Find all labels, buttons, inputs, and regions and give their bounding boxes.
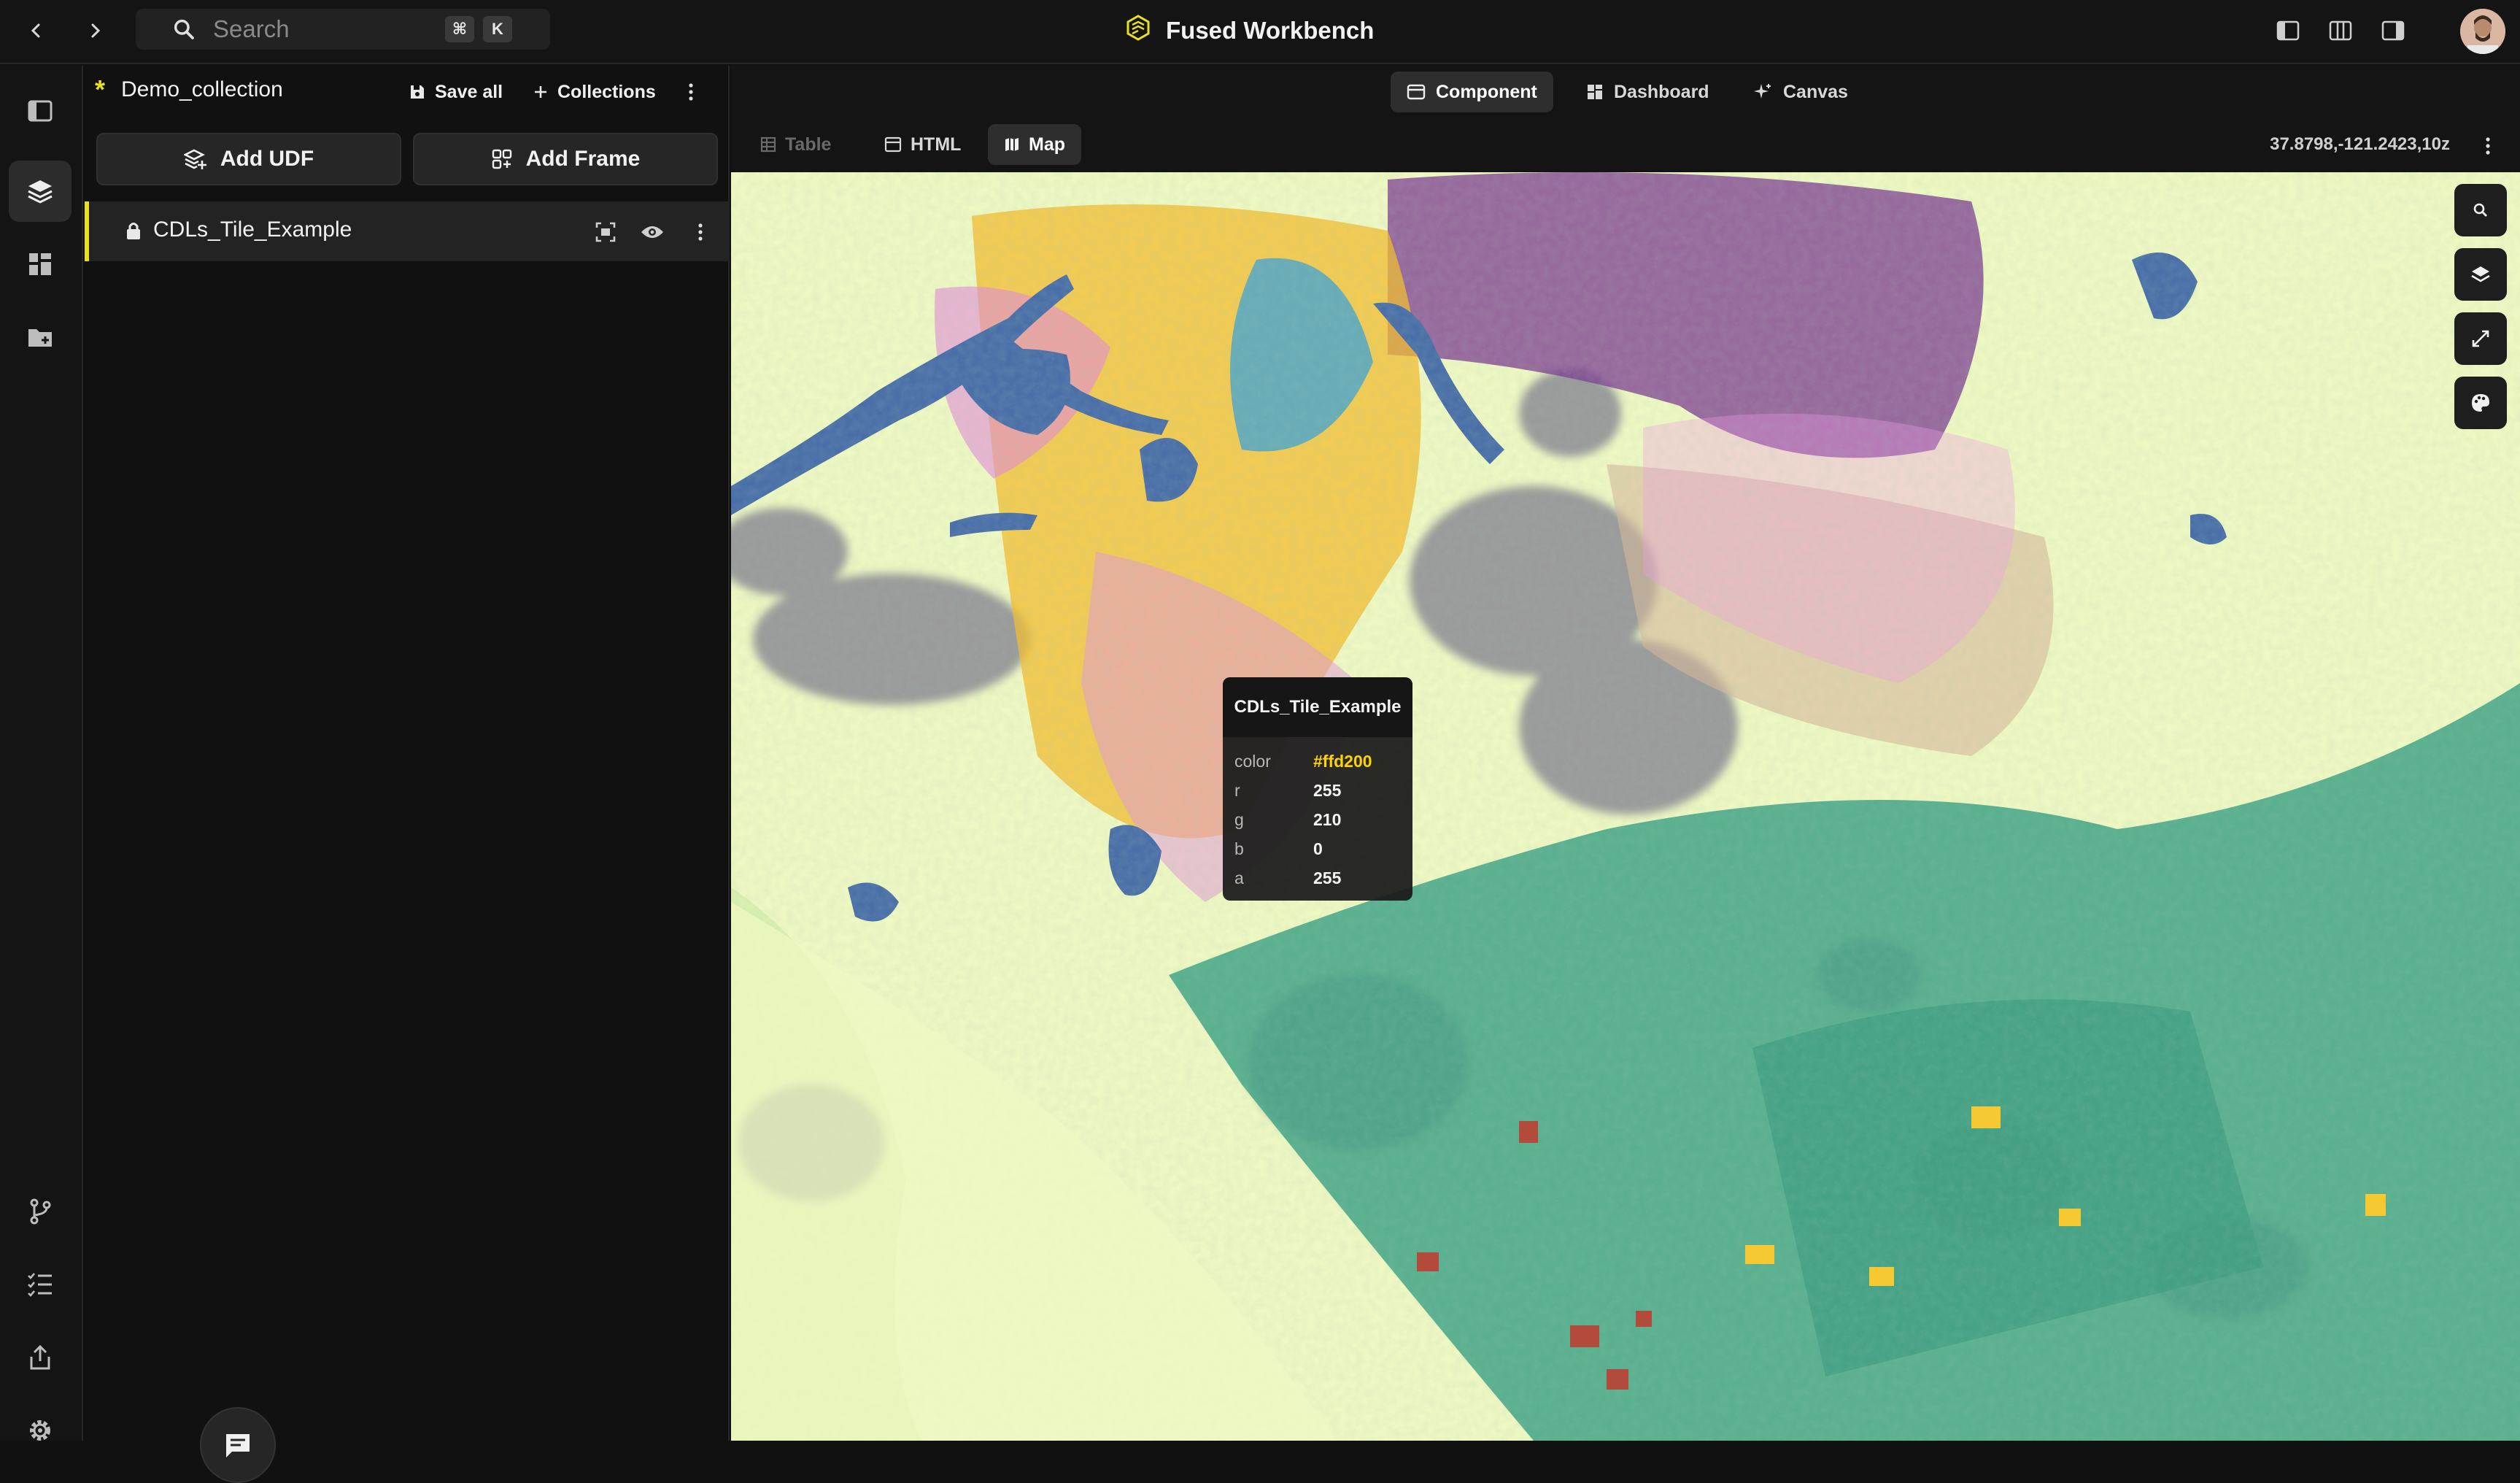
tooltip-key-b: b: [1234, 839, 1244, 858]
dashboard-icon: [1586, 83, 1604, 101]
map-coordinates-readout: 37.8798,-121.2423,10z: [2270, 134, 2450, 154]
collections-button[interactable]: Collections: [533, 76, 656, 108]
shortcut-k-key: K: [483, 16, 512, 42]
add-udf-button[interactable]: Add UDF: [96, 133, 401, 185]
app-title-text: Fused Workbench: [1166, 17, 1375, 44]
zoom-to-fit-icon[interactable]: [590, 216, 622, 248]
app-title: Fused Workbench: [1124, 10, 1374, 51]
shortcut-cmd-key: ⌘: [445, 16, 474, 42]
table-icon: [760, 136, 776, 153]
add-frame-button[interactable]: Add Frame: [413, 133, 718, 185]
dashboard-grid-icon[interactable]: [9, 234, 71, 295]
map-palette-icon[interactable]: [2454, 377, 2507, 429]
save-disk-icon: [409, 83, 426, 101]
share-upload-icon[interactable]: [9, 1327, 71, 1388]
tooltip-value-color: #ffd200: [1313, 752, 1372, 771]
fused-logo-icon: [1124, 13, 1153, 48]
crop-land-map: [731, 172, 2520, 1441]
tooltip-key-a: a: [1234, 868, 1244, 887]
right-sidebar-toggle-icon[interactable]: [2377, 16, 2409, 45]
tab-dashboard[interactable]: Dashboard: [1570, 72, 1725, 112]
tab-map-label: Map: [1029, 134, 1065, 155]
tab-component-label: Component: [1436, 81, 1537, 102]
unsaved-indicator-icon: *: [95, 74, 106, 104]
tab-map[interactable]: Map: [988, 124, 1081, 165]
add-folder-icon[interactable]: [9, 307, 71, 368]
tab-canvas[interactable]: Canvas: [1738, 72, 1864, 112]
left-icon-rail: [0, 66, 83, 1441]
panel-toggle-icon[interactable]: [9, 80, 71, 142]
split-view-toggle-icon[interactable]: [2324, 16, 2357, 45]
tab-table-label: Table: [785, 134, 832, 155]
left-sidebar-toggle-icon[interactable]: [2272, 16, 2304, 45]
html-window-icon: [884, 136, 902, 153]
feature-tooltip: CDLs_Tile_Example color #ffd200 r 255 g …: [1223, 677, 1412, 901]
tooltip-key-color: color: [1234, 752, 1271, 771]
tab-html[interactable]: HTML: [868, 124, 977, 165]
render-mode-tabs: Table HTML Map 37.8798,-121.2423,10z: [731, 118, 2520, 172]
git-branch-icon[interactable]: [9, 1181, 71, 1242]
view-mode-tabs: Component Dashboard Canvas: [731, 66, 2520, 118]
tooltip-key-r: r: [1234, 781, 1240, 800]
checklist-icon[interactable]: [9, 1254, 71, 1315]
udf-name: CDLs_Tile_Example: [153, 217, 352, 242]
canvas-sparkle-icon: [1754, 82, 1773, 101]
collections-label: Collections: [557, 81, 656, 102]
user-avatar[interactable]: [2460, 9, 2505, 54]
search-input[interactable]: Search ⌘ K: [136, 9, 550, 50]
map-canvas[interactable]: CDLs_Tile_Example color #ffd200 r 255 g …: [731, 172, 2520, 1441]
visibility-eye-icon[interactable]: [636, 216, 668, 248]
tab-canvas-label: Canvas: [1783, 81, 1848, 102]
map-fullscreen-icon[interactable]: [2454, 312, 2507, 365]
collection-header: * Demo_collection Save all Collections: [85, 66, 730, 118]
map-search-icon[interactable]: [2454, 184, 2507, 236]
top-bar: Search ⌘ K Fused Workbench: [0, 0, 2520, 64]
save-all-button[interactable]: Save all: [409, 76, 503, 108]
panel-more-icon[interactable]: [687, 76, 695, 108]
tab-component[interactable]: Component: [1391, 72, 1553, 112]
layers-plus-icon: [183, 147, 207, 171]
plus-icon: [533, 84, 549, 100]
collection-name[interactable]: Demo_collection: [121, 77, 283, 102]
add-udf-label: Add UDF: [220, 147, 314, 171]
add-frame-label: Add Frame: [525, 147, 641, 171]
map-more-icon[interactable]: [2473, 131, 2502, 161]
back-arrow-icon[interactable]: [16, 15, 57, 47]
tab-html-label: HTML: [911, 134, 962, 155]
tooltip-value-b: 0: [1313, 839, 1323, 858]
search-placeholder: Search: [213, 15, 290, 42]
tab-dashboard-label: Dashboard: [1614, 81, 1709, 102]
component-icon: [1407, 84, 1426, 100]
frame-plus-icon: [491, 148, 513, 170]
map-icon: [1004, 136, 1020, 153]
map-layers-icon[interactable]: [2454, 248, 2507, 301]
search-icon: [172, 18, 196, 41]
collection-panel: * Demo_collection Save all Collections A…: [85, 66, 730, 1483]
tooltip-value-g: 210: [1313, 810, 1342, 829]
forward-arrow-icon[interactable]: [74, 15, 115, 47]
tooltip-value-a: 255: [1313, 868, 1342, 887]
udf-more-icon[interactable]: [684, 216, 716, 248]
tooltip-title: CDLs_Tile_Example: [1223, 677, 1412, 737]
settings-gear-icon[interactable]: [9, 1400, 71, 1461]
save-all-label: Save all: [435, 81, 503, 102]
tooltip-value-r: 255: [1313, 781, 1342, 800]
tab-table[interactable]: Table: [744, 124, 847, 165]
udf-list-item[interactable]: CDLs_Tile_Example: [85, 201, 730, 261]
tooltip-key-g: g: [1234, 810, 1244, 829]
lock-icon: [125, 220, 142, 244]
layers-icon[interactable]: [9, 161, 71, 222]
chat-button[interactable]: [200, 1407, 276, 1483]
chat-bubble-icon: [223, 1431, 252, 1459]
